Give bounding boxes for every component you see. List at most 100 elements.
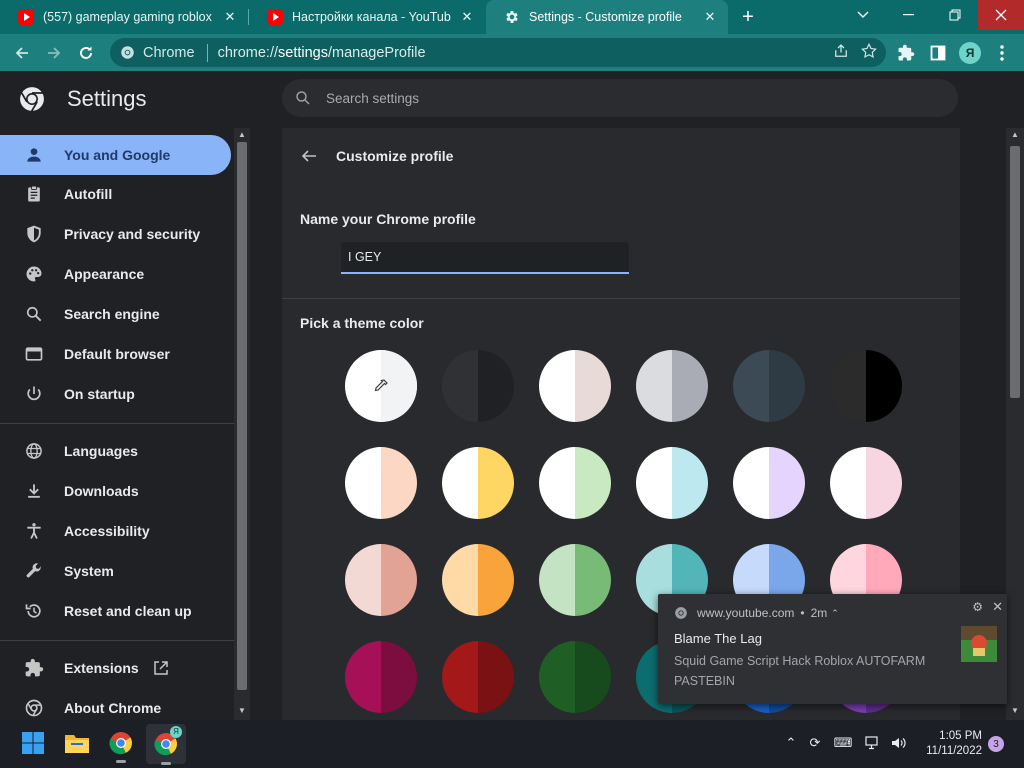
swatch-half [733, 447, 769, 519]
section-title: Customize profile [336, 148, 454, 164]
theme-color-swatch[interactable] [733, 447, 805, 519]
sidebar-item-privacy[interactable]: Privacy and security [0, 214, 231, 254]
theme-color-swatch[interactable] [345, 447, 417, 519]
theme-color-swatch[interactable] [345, 641, 417, 713]
search-box[interactable] [282, 79, 958, 117]
sidebar-item-autofill[interactable]: Autofill [0, 174, 231, 214]
side-panel-button[interactable] [924, 39, 952, 67]
address-bar-actions [832, 42, 878, 60]
sidebar-item-reset[interactable]: Reset and clean up [0, 591, 231, 631]
tab-youtube-gameplay[interactable]: (557) gameplay gaming roblox (l ✕ [0, 0, 248, 34]
theme-color-swatch[interactable] [345, 544, 417, 616]
sync-icon[interactable]: ⟳ [806, 734, 824, 752]
tab-close-icon[interactable]: ✕ [220, 7, 240, 27]
sidebar-item-label: About Chrome [64, 700, 162, 716]
youtube-notification[interactable]: www.youtube.com • 2m ⌃ ⚙ ✕ Blame The Lag… [658, 594, 1007, 704]
clock-date: 11/11/2022 [926, 745, 982, 757]
sidebar-item-accessibility[interactable]: Accessibility [0, 511, 231, 551]
theme-color-swatch[interactable] [636, 350, 708, 422]
palette-icon [26, 266, 42, 282]
sidebar-item-system[interactable]: System [0, 551, 231, 591]
profile-button[interactable]: Я [956, 39, 984, 67]
theme-color-swatch[interactable] [830, 350, 902, 422]
chrome-icon [675, 607, 687, 619]
tab-youtube-studio[interactable]: Настройки канала - YouTube Stu ✕ [249, 0, 485, 34]
chevron-up-icon[interactable]: ⌃ [831, 608, 839, 619]
scroll-down-arrow-icon[interactable]: ▼ [1010, 706, 1020, 716]
menu-button[interactable] [988, 39, 1016, 67]
power-icon [27, 386, 41, 401]
tab-close-icon[interactable]: ✕ [457, 7, 477, 27]
reload-button[interactable] [72, 39, 100, 67]
taskbar-clock[interactable]: 1:05 PM 11/11/2022 [918, 729, 982, 759]
file-explorer-button[interactable] [62, 728, 92, 758]
back-arrow-icon[interactable] [300, 147, 318, 165]
sidebar-item-search-engine[interactable]: Search engine [0, 294, 231, 334]
extensions-button[interactable] [892, 39, 920, 67]
sidebar-item-appearance[interactable]: Appearance [0, 254, 231, 294]
scroll-up-arrow-icon[interactable]: ▲ [237, 130, 247, 140]
site-label: Chrome [143, 44, 195, 61]
theme-color-swatch[interactable] [539, 641, 611, 713]
theme-color-swatch[interactable] [539, 350, 611, 422]
profile-name-input[interactable] [341, 242, 629, 272]
theme-color-swatch[interactable] [539, 447, 611, 519]
keyboard-icon[interactable]: ⌨ [834, 734, 853, 752]
sidebar-item-label: Default browser [64, 346, 170, 362]
back-button[interactable] [8, 39, 36, 67]
sidebar-scroll-thumb[interactable] [237, 142, 247, 690]
tab-settings[interactable]: Settings - Customize profile ✕ [486, 0, 728, 34]
main-scroll-thumb[interactable] [1010, 146, 1020, 398]
profile-name-field[interactable] [341, 242, 629, 274]
theme-color-swatch[interactable] [636, 447, 708, 519]
sidebar-item-on-startup[interactable]: On startup [0, 374, 231, 414]
sidebar-item-default-browser[interactable]: Default browser [0, 334, 231, 374]
share-icon[interactable] [832, 42, 850, 60]
sidebar-item-you-and-google[interactable]: You and Google [0, 135, 231, 175]
person-icon [27, 148, 41, 162]
theme-color-swatch[interactable] [539, 544, 611, 616]
notification-close-icon[interactable]: ✕ [992, 599, 1003, 615]
theme-color-swatch[interactable] [442, 447, 514, 519]
sidebar-item-label: Downloads [64, 483, 139, 499]
bookmark-star-icon[interactable] [860, 42, 878, 60]
chevron-up-icon[interactable]: ⌃ [782, 734, 800, 752]
theme-color-swatch[interactable] [442, 350, 514, 422]
theme-color-swatch[interactable] [733, 350, 805, 422]
chrome-taskbar-button[interactable] [106, 728, 136, 763]
notification-count-badge[interactable]: 3 [988, 736, 1004, 752]
settings-header: Settings [0, 71, 1024, 128]
theme-color-swatch[interactable] [442, 544, 514, 616]
volume-icon[interactable] [890, 734, 908, 752]
address-separator [206, 43, 208, 62]
bullet-separator: • [800, 606, 805, 620]
sidebar-item-extensions[interactable]: Extensions [0, 648, 231, 688]
notification-thumbnail [961, 626, 997, 662]
swatch-half [830, 447, 866, 519]
search-input[interactable] [326, 90, 926, 106]
address-bar[interactable]: Chrome chrome://settings/manageProfile [110, 38, 886, 67]
scroll-up-arrow-icon[interactable]: ▲ [1010, 130, 1020, 140]
forward-button[interactable] [40, 39, 68, 67]
browser-toolbar: Chrome chrome://settings/manageProfile Я [0, 34, 1024, 71]
sidebar-item-label: Extensions [64, 660, 139, 676]
minimize-button[interactable] [886, 0, 932, 30]
new-tab-button[interactable]: + [736, 5, 760, 29]
site-info[interactable]: Chrome [110, 45, 195, 61]
swatch-half [478, 350, 514, 422]
theme-color-swatch[interactable] [830, 447, 902, 519]
tab-close-icon[interactable]: ✕ [700, 7, 720, 27]
sidebar-item-downloads[interactable]: Downloads [0, 471, 231, 511]
chrome-profile-taskbar-button[interactable]: Я [146, 724, 186, 765]
close-window-button[interactable] [978, 0, 1024, 30]
sidebar-item-languages[interactable]: Languages [0, 431, 231, 471]
restore-button[interactable] [932, 0, 978, 30]
start-button[interactable] [18, 728, 48, 758]
notification-settings-icon[interactable]: ⚙ [972, 600, 983, 614]
theme-color-swatch[interactable] [442, 641, 514, 713]
tab-search-button[interactable] [840, 0, 886, 30]
scroll-down-arrow-icon[interactable]: ▼ [237, 706, 247, 716]
swatch-half [345, 641, 381, 713]
network-icon[interactable] [864, 734, 882, 752]
custom-color-swatch[interactable] [345, 350, 417, 422]
